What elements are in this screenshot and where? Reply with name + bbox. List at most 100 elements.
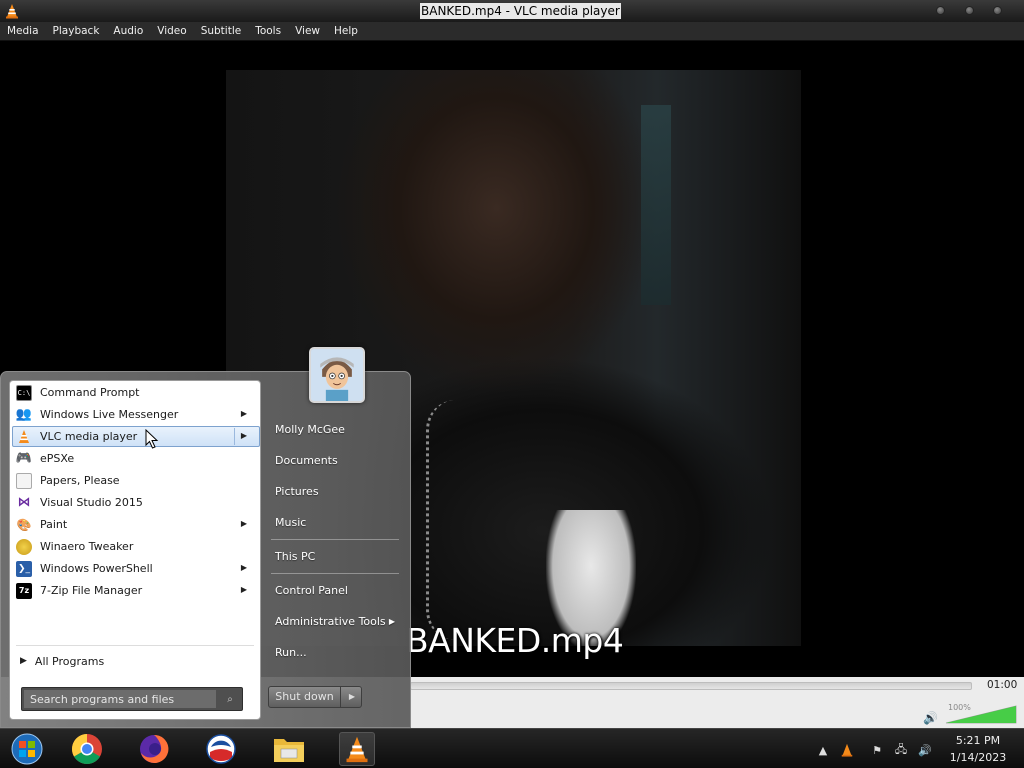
title-bar[interactable]: BANKED.mp4 - VLC media player [0,0,1024,22]
shutdown-options-button[interactable]: ▶ [343,687,361,707]
volume-percent: 100% [948,703,971,712]
program-label: Papers, Please [40,474,120,487]
divider [16,645,254,646]
powershell-icon: ❯_ [16,560,32,577]
music-link[interactable]: Music [269,510,403,535]
start-menu: C:\ Command Prompt 👥 Windows Live Messen… [0,347,411,728]
gamepad-icon: 🎮 [15,451,33,466]
menu-playback[interactable]: Playback [46,22,107,40]
command-prompt-icon: C:\ [16,384,32,401]
chrome-icon [71,734,102,765]
tray-vlc-icon[interactable] [840,743,854,757]
divider [271,573,399,574]
program-label: Command Prompt [40,386,140,399]
taskbar-vlc[interactable] [339,732,375,766]
volume-icon[interactable]: 🔊 [918,743,932,757]
menu-audio[interactable]: Audio [106,22,150,40]
program-paint[interactable]: 🎨 Paint ▶ [12,514,260,535]
firefox-icon [140,734,169,763]
programs-pane: C:\ Command Prompt 👥 Windows Live Messen… [9,380,261,720]
7zip-icon: 7z [16,582,32,599]
show-hidden-icons-icon[interactable]: ▲ [816,743,830,757]
submenu-arrow-icon: ▶ [240,409,247,418]
menu-subtitle[interactable]: Subtitle [194,22,249,40]
administrative-tools-link[interactable]: Administrative Tools ▶ [269,609,403,634]
program-label: ePSXe [40,452,75,465]
taskbar-app-obama[interactable] [204,732,238,766]
file-explorer-icon [274,739,304,762]
taskbar-firefox[interactable] [137,732,171,766]
program-label: Winaero Tweaker [40,540,134,553]
program-winaero-tweaker[interactable]: Winaero Tweaker [12,536,260,557]
clock-time[interactable]: 5:21 PM [950,734,1006,747]
minimize-button[interactable] [936,6,945,15]
run-link[interactable]: Run... [269,640,403,665]
window-title: BANKED.mp4 - VLC media player [420,3,621,19]
menu-help[interactable]: Help [327,22,365,40]
program-visual-studio-2015[interactable]: ⋈ Visual Studio 2015 [12,492,260,513]
program-label: Windows Live Messenger [40,408,179,421]
network-icon[interactable]: 🖧 [894,743,908,757]
paint-palette-icon: 🎨 [16,517,32,532]
seek-slider[interactable] [410,682,972,690]
submenu-arrow-icon: ▶ [240,563,247,572]
administrative-tools-label: Administrative Tools [275,615,386,628]
submenu-arrow-icon: ▶ [240,585,247,594]
program-label: VLC media player [40,430,138,443]
menu-view[interactable]: View [288,22,327,40]
menu-video[interactable]: Video [150,22,193,40]
search-input[interactable] [24,690,216,708]
vlc-cone-icon [19,429,29,443]
user-avatar-icon [311,349,363,401]
all-programs-label: All Programs [34,654,105,668]
visual-studio-icon: ⋈ [17,495,31,510]
messenger-icon: 👥 [15,407,33,422]
vlc-cone-icon [346,736,368,763]
avatar[interactable] [309,347,365,403]
program-label: Visual Studio 2015 [40,496,143,509]
documents-link[interactable]: Documents [269,448,403,473]
vlc-cone-icon [6,4,18,19]
close-button[interactable] [993,6,1002,15]
video-chain [426,400,486,640]
program-windows-powershell[interactable]: ❯_ Windows PowerShell ▶ [12,558,260,579]
search-icon[interactable]: ⌕ [220,691,240,708]
control-panel-link[interactable]: Control Panel [269,578,403,603]
submenu-arrow-icon: ▶ [240,519,247,528]
taskbar: ▲ ⚑ 🖧 🔊 5:21 PM 1/14/2023 [0,728,1024,768]
maximize-button[interactable] [965,6,974,15]
start-button[interactable] [10,732,44,766]
search-box: ⌕ [21,687,243,711]
video-background-light [641,105,671,305]
program-label: 7-Zip File Manager [40,584,143,597]
program-label: Windows PowerShell [40,562,153,575]
osd-title: BANKED.mp4 [406,621,624,660]
start-orb-icon [11,733,43,765]
obama-logo-icon [206,734,236,764]
menu-tools[interactable]: Tools [248,22,288,40]
shutdown-control: Shut down ▶ [268,686,362,708]
shutdown-button[interactable]: Shut down [269,687,341,707]
taskbar-chrome[interactable] [70,732,104,766]
submenu-arrow-icon: ▶ [388,617,395,626]
program-epsxe[interactable]: 🎮 ePSXe [12,448,260,469]
all-programs-link[interactable]: ▶ All Programs [20,651,250,671]
program-command-prompt[interactable]: C:\ Command Prompt [12,382,260,403]
winaero-icon [16,538,32,555]
program-7zip-file-manager[interactable]: 7z 7-Zip File Manager ▶ [12,580,260,601]
action-center-flag-icon[interactable]: ⚑ [870,743,884,757]
program-windows-live-messenger[interactable]: 👥 Windows Live Messenger ▶ [12,404,260,425]
clock-date[interactable]: 1/14/2023 [944,751,1012,764]
pictures-link[interactable]: Pictures [269,479,403,504]
document-icon [16,472,32,489]
total-time: 01:00 [987,679,1018,691]
speaker-icon[interactable]: 🔊 [923,711,938,725]
program-vlc-media-player[interactable]: VLC media player ▶ [12,426,260,447]
user-folder-link[interactable]: Molly McGee [269,417,403,442]
submenu-divider [234,428,235,445]
this-pc-link[interactable]: This PC [269,544,403,569]
program-papers-please[interactable]: Papers, Please [12,470,260,491]
arrow-right-icon: ▶ [20,656,27,666]
menu-media[interactable]: Media [0,22,46,40]
taskbar-file-explorer[interactable] [272,732,306,766]
